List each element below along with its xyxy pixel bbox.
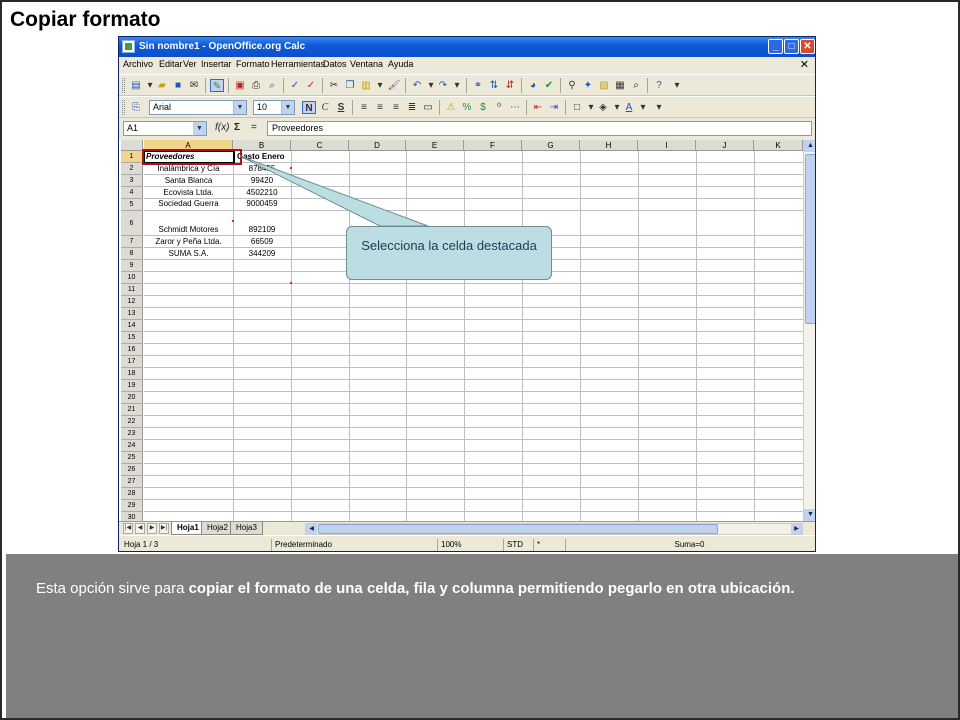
slide: Copiar formato Sin nombre1 - OpenOffice.…	[0, 0, 960, 720]
description-prefix: Esta opción sirve para	[36, 580, 189, 597]
description-panel: Esta opción sirve para copiar el formato…	[6, 554, 958, 718]
callout-pointer-shape	[239, 155, 429, 227]
description-bold: copiar el formato de una celda, fila y c…	[188, 580, 795, 597]
description-text: Esta opción sirve para copiar el formato…	[36, 578, 916, 599]
callout-bubble: Selecciona la celda destacada	[346, 226, 552, 280]
